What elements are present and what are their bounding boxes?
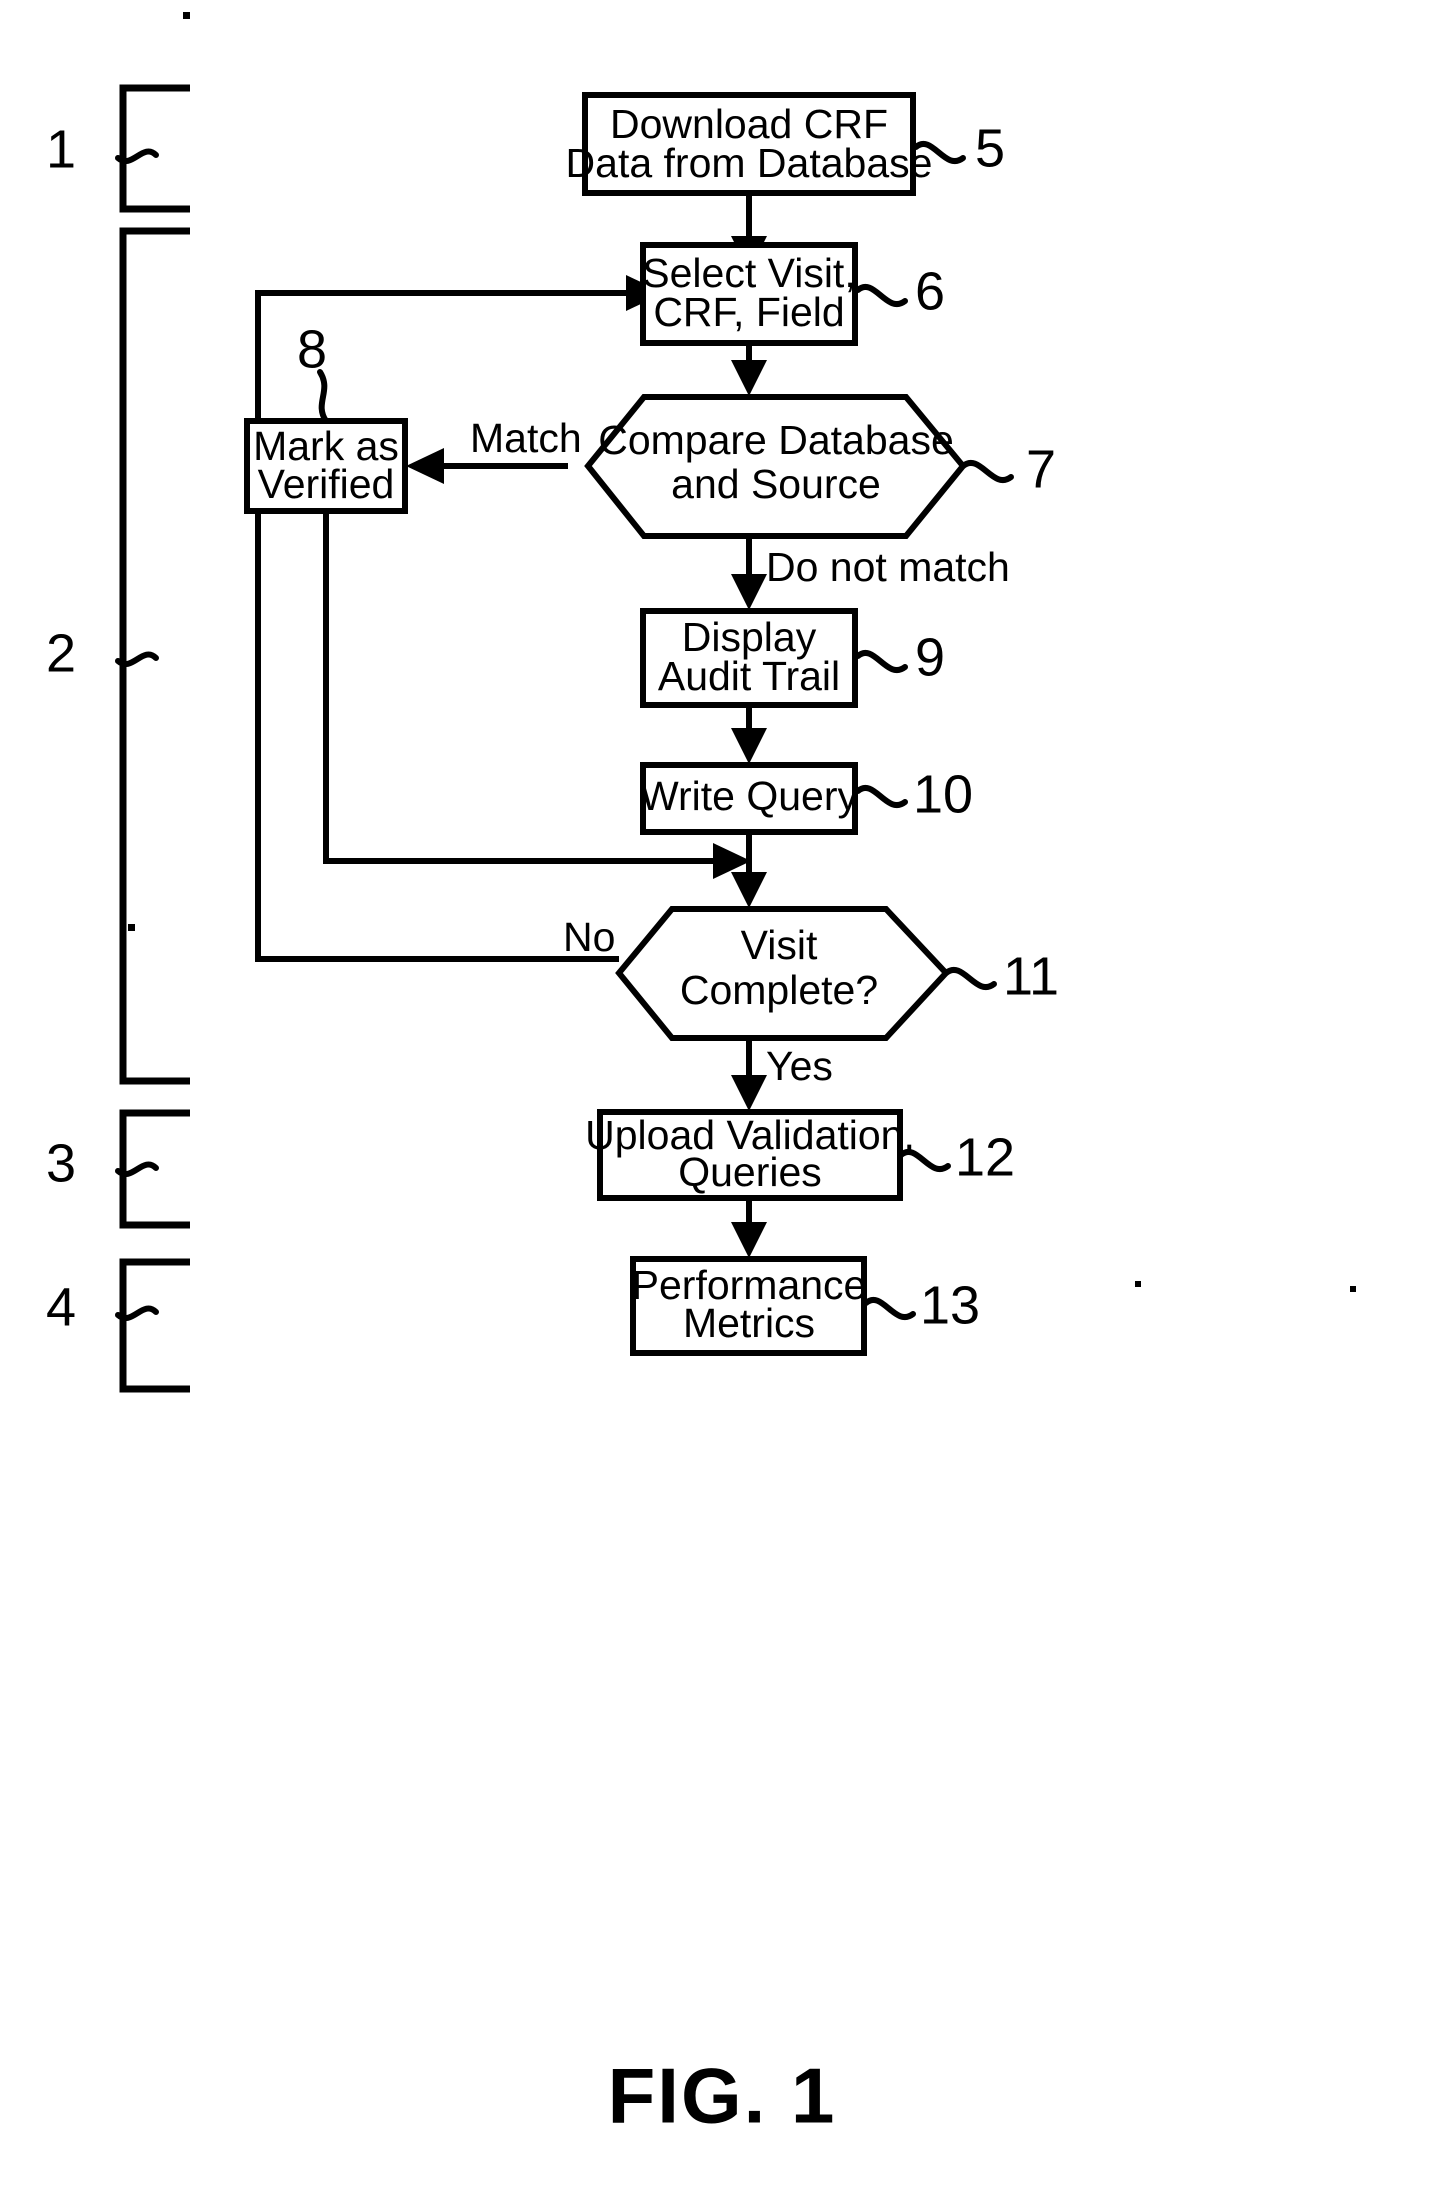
flowchart-canvas: 1 2 3 4 Download CRF Data from Database …	[46, 12, 1356, 2140]
leader-line-6	[855, 284, 908, 307]
node-audit-trail: Display Audit Trail	[640, 608, 858, 708]
node-download-crf: Download CRF Data from Database	[566, 92, 933, 196]
arrowhead-audit-to-query	[731, 728, 767, 764]
node-visit-complete: Visit Complete?	[615, 906, 951, 1041]
bracket-phase-1	[119, 84, 190, 213]
node-download-crf-line-2: Data from Database	[566, 140, 933, 186]
ref-number-3: 3	[46, 1133, 76, 1193]
ref-number-11: 11	[1003, 946, 1059, 1006]
edge-label-do-not-match: Do not match	[766, 544, 1010, 590]
arrowhead-compare-to-verified	[406, 448, 444, 484]
leader-line-8	[317, 369, 329, 424]
node-select-visit: Select Visit, CRF, Field	[640, 242, 858, 346]
node-select-visit-line-2: CRF, Field	[653, 289, 844, 335]
node-audit-trail-line-2: Audit Trail	[658, 653, 840, 699]
arrowhead-visit-to-upload	[731, 1075, 767, 1111]
node-upload-validation: Upload Validation, Queries	[585, 1109, 915, 1201]
node-compare: Compare Database and Source	[584, 394, 967, 539]
ref-number-6: 6	[915, 261, 945, 321]
scan-speck	[1135, 1281, 1141, 1287]
leader-line-13	[863, 1297, 916, 1320]
edge-label-no: No	[563, 914, 615, 960]
leader-line-11	[943, 967, 997, 990]
node-visit-complete-line-1: Visit	[741, 922, 818, 968]
ref-number-5: 5	[975, 118, 1005, 178]
arrowhead-compare-to-audit	[731, 574, 767, 610]
arrowhead-query-to-visit	[731, 872, 767, 908]
leader-line-12	[898, 1149, 951, 1172]
node-visit-complete-line-2: Complete?	[680, 967, 878, 1013]
bracket-phase-4	[119, 1258, 190, 1393]
ref-number-10: 10	[913, 764, 973, 824]
ref-number-1: 1	[46, 119, 76, 179]
patent-figure-page: 1 2 3 4 Download CRF Data from Database …	[0, 0, 1439, 2190]
node-mark-verified-line-2: Verified	[258, 461, 395, 507]
ref-number-8: 8	[297, 319, 327, 379]
ref-number-4: 4	[46, 1277, 76, 1337]
leader-line-7	[960, 460, 1014, 483]
scan-speck	[183, 12, 190, 19]
node-performance-metrics-line-2: Metrics	[683, 1300, 815, 1346]
node-write-query-line-1: Write Query	[640, 773, 858, 819]
leader-line-10	[855, 785, 908, 808]
ref-number-13: 13	[920, 1275, 980, 1335]
arrowhead-select-to-compare	[731, 360, 767, 396]
scan-speck	[128, 924, 135, 931]
ref-number-9: 9	[915, 627, 945, 687]
edge-label-yes: Yes	[766, 1043, 833, 1089]
leader-line-9	[855, 650, 908, 673]
ref-number-12: 12	[955, 1127, 1015, 1187]
ref-number-7: 7	[1026, 439, 1056, 499]
node-performance-metrics: Performance Metrics	[630, 1256, 867, 1356]
node-upload-validation-line-2: Queries	[678, 1149, 822, 1195]
ref-number-2: 2	[46, 623, 76, 683]
node-mark-verified: Mark as Verified	[244, 418, 408, 514]
node-write-query: Write Query	[640, 762, 858, 835]
node-compare-line-2: and Source	[671, 461, 881, 507]
arrowhead-upload-to-performance	[731, 1222, 767, 1258]
figure-caption: FIG. 1	[608, 2052, 837, 2140]
node-compare-line-1: Compare Database	[598, 417, 954, 463]
scan-speck	[1350, 1286, 1356, 1292]
edge-label-match: Match	[470, 415, 582, 461]
